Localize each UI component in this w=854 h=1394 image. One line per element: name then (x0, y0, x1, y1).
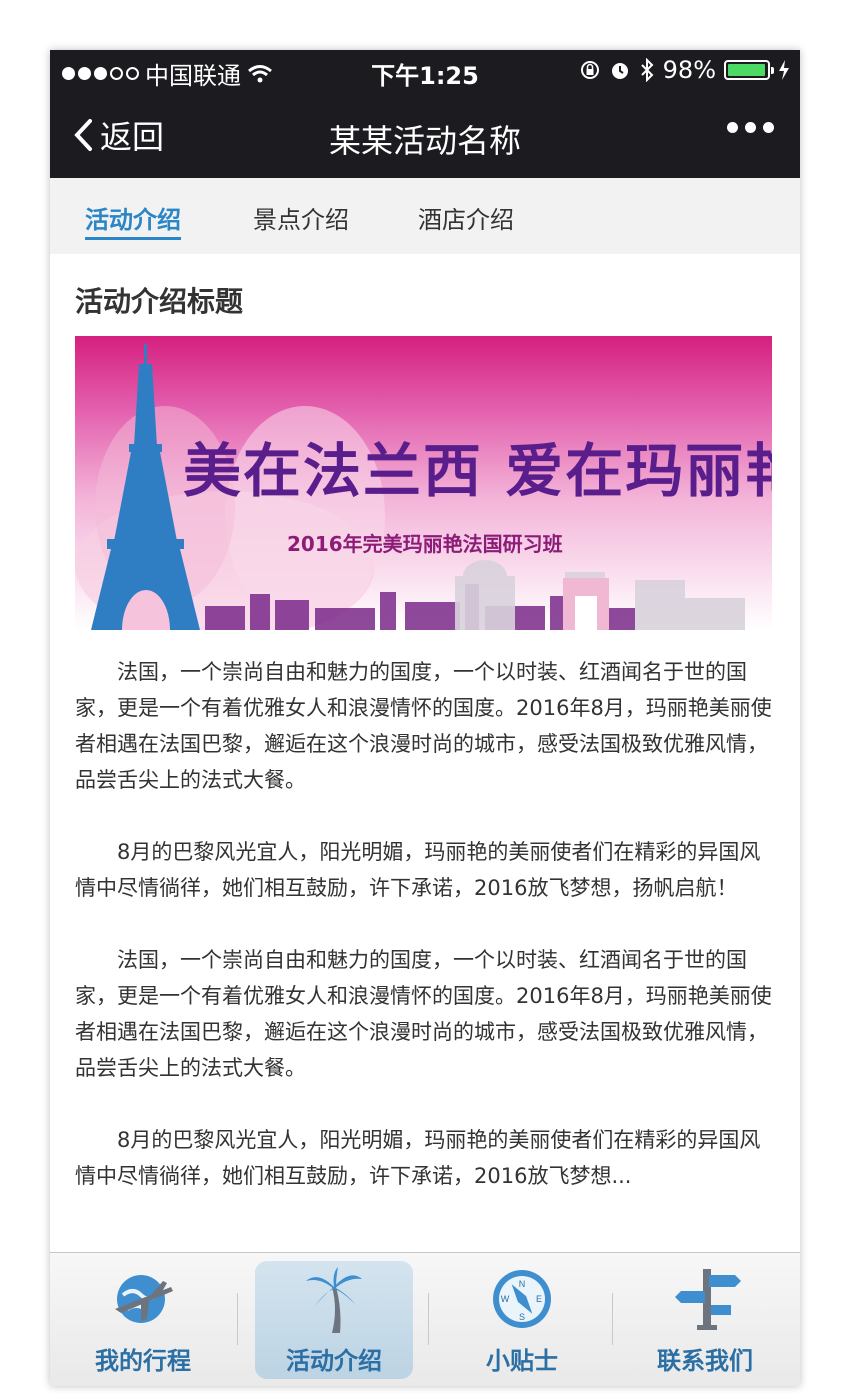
article-heading: 活动介绍标题 (75, 285, 244, 318)
bottom-tab-bar: 我的行程 活动介绍 N S W E 小贴士 联系我们 (50, 1252, 800, 1386)
banner-image: 美在法兰西 爱在玛丽艳 2016年完美玛丽艳法国研习班 (75, 336, 772, 630)
more-options-button[interactable] (727, 122, 774, 133)
battery-icon (724, 60, 774, 80)
svg-text:N: N (519, 1279, 526, 1289)
paragraph: 法国，一个崇尚自由和魅力的国度，一个以时装、红酒闻名于世的国家，更是一个有着优雅… (75, 948, 772, 1080)
tab-divider (428, 1293, 429, 1345)
tab-label: 联系我们 (657, 1347, 753, 1375)
nav-bar: 返回 某某活动名称 (50, 90, 800, 178)
banner-title: 美在法兰西 爱在玛丽艳 (183, 437, 772, 505)
compass-icon: N S W E (493, 1270, 551, 1328)
palm-tree-icon (306, 1267, 362, 1333)
tab-activity-intro[interactable]: 活动介绍 (85, 200, 181, 240)
article-content: 活动介绍标题 美在法兰西 爱在玛丽艳 2016年完美玛丽艳法国研习班 法国，一个… (50, 254, 800, 1252)
top-bar: 中国联通 下午1:25 98% 返回 某某活动名称 (50, 50, 800, 178)
status-bar: 中国联通 下午1:25 98% (50, 50, 800, 90)
battery-level-fill (728, 64, 766, 76)
tab-label: 小贴士 (486, 1347, 558, 1375)
tab-tips[interactable]: N S W E 小贴士 (443, 1261, 601, 1379)
alarm-icon (611, 63, 628, 79)
paragraph: 8月的巴黎风光宜人，阳光明媚，玛丽艳的美丽使者们在精彩的异国风情中尽情徜徉，她们… (75, 1128, 761, 1188)
bluetooth-icon (640, 58, 654, 82)
tab-hotels[interactable]: 酒店介绍 (418, 200, 514, 240)
tab-label: 我的行程 (95, 1347, 191, 1375)
tab-label: 活动介绍 (286, 1347, 382, 1375)
battery-percent: 98% (662, 56, 716, 84)
signpost-icon (675, 1269, 741, 1330)
more-dot-icon (763, 122, 774, 133)
article-body: 法国，一个崇尚自由和魅力的国度，一个以时装、红酒闻名于世的国家，更是一个有着优雅… (75, 654, 775, 1230)
status-right: 98% (579, 56, 790, 84)
tab-activity-intro-bottom[interactable]: 活动介绍 (255, 1261, 413, 1379)
tab-attractions[interactable]: 景点介绍 (253, 200, 349, 240)
globe-plane-icon (115, 1275, 173, 1323)
tab-divider (612, 1293, 613, 1345)
svg-text:W: W (501, 1294, 510, 1304)
svg-text:S: S (519, 1312, 525, 1322)
more-dot-icon (745, 122, 756, 133)
phone-screen: 中国联通 下午1:25 98% 返回 某某活动名称 活动介绍 景点介绍 酒店介绍… (50, 50, 800, 1386)
tab-my-itinerary[interactable]: 我的行程 (64, 1261, 222, 1379)
more-dot-icon (727, 122, 738, 133)
page-title: 某某活动名称 (328, 122, 521, 160)
sub-tab-bar: 活动介绍 景点介绍 酒店介绍 (50, 178, 800, 254)
svg-text:E: E (536, 1294, 542, 1304)
banner-subtitle: 2016年完美玛丽艳法国研习班 (287, 532, 563, 556)
rotation-lock-icon (580, 61, 599, 79)
paragraph: 8月的巴黎风光宜人，阳光明媚，玛丽艳的美丽使者们在精彩的异国风情中尽情徜徉，她们… (75, 840, 761, 900)
tab-contact-us[interactable]: 联系我们 (626, 1261, 784, 1379)
charging-icon (779, 60, 789, 80)
paragraph: 法国，一个崇尚自由和魅力的国度，一个以时装、红酒闻名于世的国家，更是一个有着优雅… (75, 660, 772, 792)
tab-divider (237, 1293, 238, 1345)
